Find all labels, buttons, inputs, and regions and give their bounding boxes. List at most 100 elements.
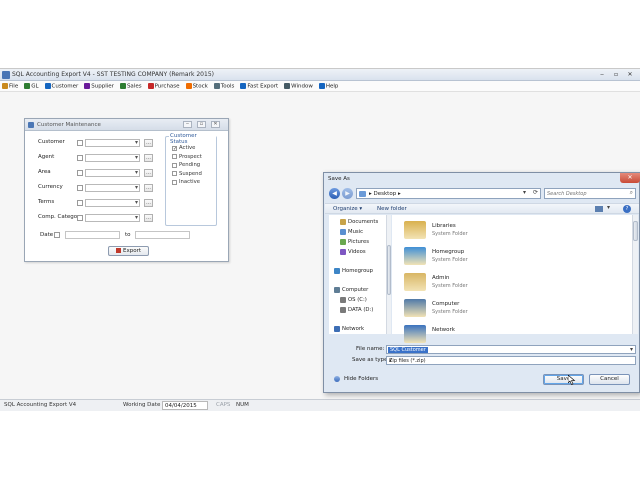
menu-label: Purchase bbox=[154, 83, 180, 90]
refresh-icon[interactable]: ⟳ bbox=[533, 189, 538, 196]
menu-fast-export[interactable]: Fast Export bbox=[240, 82, 278, 89]
nav-item-music[interactable]: Music bbox=[340, 229, 363, 235]
file-type: System Folder bbox=[432, 231, 468, 237]
customer-combo[interactable] bbox=[85, 139, 140, 147]
nav-item-icon bbox=[334, 326, 340, 332]
nav-item-os-c[interactable]: OS (C:) bbox=[340, 297, 367, 303]
nav-item-homegroup[interactable]: Homegroup bbox=[334, 268, 373, 274]
close-icon[interactable]: ✕ bbox=[625, 70, 635, 79]
file-name-value: SQL Customer bbox=[388, 347, 428, 353]
menu-stock[interactable]: Stock bbox=[185, 82, 208, 89]
search-icon[interactable]: ⌕ bbox=[630, 189, 633, 197]
file-name: Network bbox=[432, 327, 455, 333]
comp-category-combo[interactable] bbox=[85, 214, 140, 222]
view-dropdown-icon[interactable]: ▾ bbox=[607, 204, 610, 211]
maximize-icon[interactable]: ▫ bbox=[611, 70, 621, 79]
area-combo[interactable] bbox=[85, 169, 140, 177]
file-type: System Folder bbox=[432, 257, 468, 263]
forward-arrow-icon[interactable]: ▶ bbox=[342, 188, 353, 199]
help-icon[interactable]: ? bbox=[623, 205, 631, 213]
status-inactive-checkbox[interactable]: Inactive bbox=[172, 179, 200, 185]
address-dropdown-icon[interactable]: ▾ bbox=[523, 189, 526, 196]
date-to-field[interactable] bbox=[135, 231, 190, 239]
area-lookup-button[interactable]: … bbox=[144, 169, 153, 177]
agent-lookup-button[interactable]: … bbox=[144, 154, 153, 162]
menu-purchase[interactable]: Purchase bbox=[147, 82, 180, 90]
back-arrow-icon[interactable]: ◀ bbox=[329, 188, 340, 199]
menu-supplier[interactable]: Supplier bbox=[84, 82, 114, 89]
terms-lookup-button[interactable]: … bbox=[144, 199, 153, 207]
file-item-network[interactable]: Network bbox=[404, 325, 564, 345]
nav-item-videos[interactable]: Videos bbox=[340, 249, 366, 255]
nav-item-documents[interactable]: Documents bbox=[340, 219, 378, 225]
agent-checkbox[interactable] bbox=[77, 155, 83, 161]
export-button[interactable]: Export bbox=[108, 246, 149, 256]
file-name-dropdown-icon[interactable]: ▾ bbox=[630, 346, 633, 353]
status-active-checkbox[interactable]: ✓ Active bbox=[172, 145, 195, 151]
nav-scrollbar[interactable] bbox=[386, 215, 391, 334]
export-label: Export bbox=[122, 248, 141, 254]
menu-gl[interactable]: GL bbox=[24, 82, 39, 89]
menu-help[interactable]: Help bbox=[318, 82, 338, 89]
status-prospect-checkbox[interactable]: Prospect bbox=[172, 154, 202, 160]
save-as-type-select[interactable]: Zip files (*.zip) ▾ bbox=[386, 356, 636, 365]
status-suspend-checkbox[interactable]: Suspend bbox=[172, 171, 202, 177]
nav-item-computer[interactable]: Computer bbox=[334, 287, 368, 293]
dialog-close-icon[interactable]: ✕ bbox=[620, 173, 640, 183]
file-name-field[interactable]: SQL Customer ▾ bbox=[386, 345, 636, 354]
menu-tools[interactable]: Tools bbox=[213, 82, 234, 89]
file-item-homegroup[interactable]: Homegroup System Folder bbox=[404, 247, 564, 267]
cm-close-icon[interactable]: ✕ bbox=[211, 121, 220, 128]
nav-item-pictures[interactable]: Pictures bbox=[340, 239, 369, 245]
menu-file[interactable]: File bbox=[2, 82, 18, 89]
comp-category-lookup-button[interactable]: … bbox=[144, 214, 153, 222]
cm-minimize-icon[interactable]: ‒ bbox=[183, 121, 192, 128]
cm-maximize-icon[interactable]: ▫ bbox=[197, 121, 206, 128]
comp-category-checkbox[interactable] bbox=[77, 215, 83, 221]
status-pending-checkbox[interactable]: Pending bbox=[172, 162, 200, 168]
save-as-type-dropdown-icon[interactable]: ▾ bbox=[389, 358, 633, 364]
minimize-icon[interactable]: ‒ bbox=[597, 70, 607, 79]
new-folder-button[interactable]: New folder bbox=[377, 206, 407, 212]
customer-checkbox[interactable] bbox=[77, 140, 83, 146]
date-from-field[interactable] bbox=[65, 231, 120, 239]
terms-label: Terms bbox=[38, 199, 55, 205]
currency-checkbox[interactable] bbox=[77, 185, 83, 191]
organize-button[interactable]: Organize ▾ bbox=[333, 206, 362, 212]
menu-customer[interactable]: Customer bbox=[44, 82, 78, 89]
file-scrollbar[interactable] bbox=[632, 215, 638, 334]
file-scroll-thumb[interactable] bbox=[633, 221, 638, 241]
save-button[interactable]: Save bbox=[543, 374, 584, 385]
terms-combo[interactable] bbox=[85, 199, 140, 207]
to-label: to bbox=[125, 232, 131, 238]
nav-item-icon bbox=[334, 268, 340, 274]
num-indicator: NUM bbox=[236, 402, 249, 408]
file-item-computer[interactable]: Computer System Folder bbox=[404, 299, 564, 319]
address-text: Desktop bbox=[373, 191, 397, 197]
view-options-icon[interactable] bbox=[595, 206, 603, 212]
search-input[interactable] bbox=[547, 190, 627, 198]
terms-checkbox[interactable] bbox=[77, 200, 83, 206]
currency-lookup-button[interactable]: … bbox=[144, 184, 153, 192]
nav-item-data-d[interactable]: DATA (D:) bbox=[340, 307, 373, 313]
cancel-button[interactable]: Cancel bbox=[589, 374, 630, 385]
agent-combo[interactable] bbox=[85, 154, 140, 162]
nav-item-network[interactable]: Network bbox=[334, 326, 364, 332]
export-icon bbox=[115, 248, 121, 253]
menu-window[interactable]: Window bbox=[284, 82, 313, 89]
file-item-libraries[interactable]: Libraries System Folder bbox=[404, 221, 564, 241]
menu-icon bbox=[213, 82, 220, 89]
hide-folders-label: Hide Folders bbox=[344, 376, 379, 382]
file-item-admin[interactable]: Admin System Folder bbox=[404, 273, 564, 293]
area-checkbox[interactable] bbox=[77, 170, 83, 176]
date-checkbox[interactable] bbox=[54, 232, 60, 238]
working-date-field[interactable]: 04/04/2015 bbox=[162, 401, 208, 410]
hide-folders-toggle[interactable]: Hide Folders bbox=[334, 376, 378, 382]
address-bar[interactable]: ▸ Desktop ▸ ▾ ⟳ bbox=[356, 188, 541, 199]
status-label: Pending bbox=[179, 162, 201, 168]
customer-lookup-button[interactable]: … bbox=[144, 139, 153, 147]
nav-scroll-thumb[interactable] bbox=[387, 245, 391, 295]
currency-combo[interactable] bbox=[85, 184, 140, 192]
file-name: Admin bbox=[432, 275, 450, 281]
menu-sales[interactable]: Sales bbox=[119, 82, 142, 89]
